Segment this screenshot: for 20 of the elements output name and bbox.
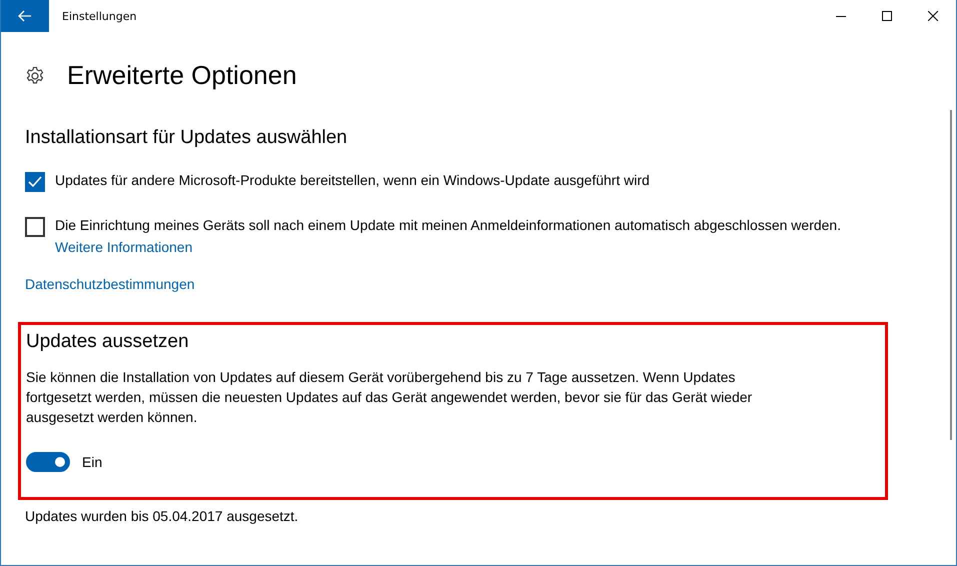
scrollbar[interactable] [950,110,952,440]
window-title: Einstellungen [62,10,138,22]
toggle-label: Ein [82,454,102,470]
checkbox[interactable] [25,172,45,192]
checkbox-label: Die Einrichtung meines Geräts soll nach einem Update mit meinen Anmeldeinformationen automatisch abgeschlossen werden. [55,216,841,234]
checkbox-label: Updates für andere Microsoft-Produkte bereitstellen, wenn ein Windows-Update ausgeführt wird [55,171,650,189]
maximize-icon [882,11,892,21]
close-icon [928,11,938,21]
settings-icon [25,66,45,86]
section-heading: Installationsart für Updates auswählen [25,127,348,149]
description-text: Sie können die Installation von Updates auf diesem Gerät vorübergehend bis zu 7 Tage aussetzen. Wenn Updates fortgesetzt werden, müssen die neuesten Updates auf das Gerät angewendet werden, bevor sie für das Gerät wieder ausgesetzt werden können. [26,368,754,427]
more-info-link[interactable]: Weitere Informationen [55,238,192,256]
privacy-link[interactable]: Datenschutzbestimmungen [25,276,195,292]
back-arrow-icon [18,10,32,22]
checkbox[interactable] [25,217,45,237]
section-heading: Updates aussetzen [26,331,189,353]
status-text: Updates wurden bis 05.04.2017 ausgesetzt. [25,508,298,524]
page-title: Erweiterte Optionen [67,60,297,91]
toggle-switch[interactable] [26,452,70,472]
checkmark-icon [28,176,42,188]
